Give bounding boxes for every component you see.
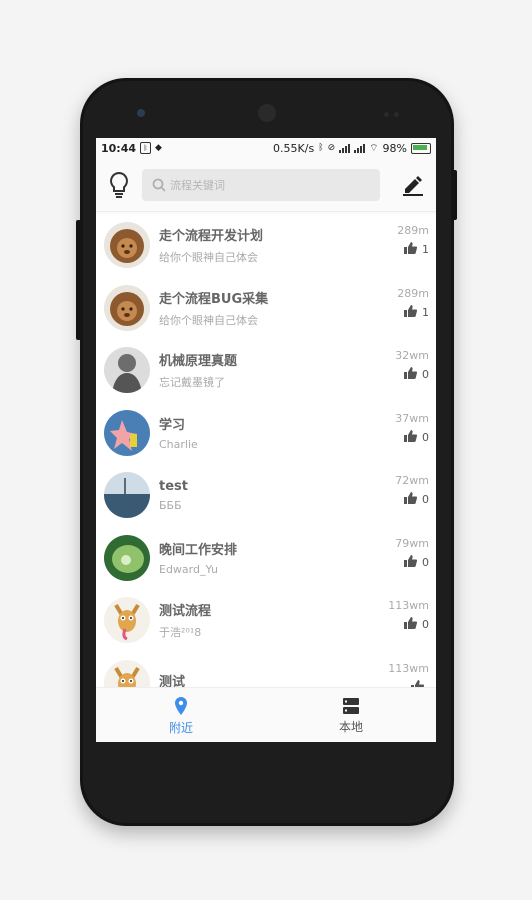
item-distance: 37wm [395, 411, 429, 425]
item-distance: 113wm [388, 599, 429, 612]
thumbs-up-icon [404, 367, 418, 382]
status-time: 10:44 [101, 141, 137, 155]
list-item[interactable]: test БББ 72wm 0 [96, 464, 436, 527]
item-like-count: 0 [422, 555, 429, 569]
location-pin-icon [175, 696, 187, 715]
alarm-off-icon: ⊘ [327, 143, 336, 153]
list-item[interactable]: 晚间工作安排 Edward_Yu 79wm 0 [96, 527, 436, 590]
item-title: 走个流程BUG采集 [159, 291, 269, 307]
item-distance: 72wm [395, 474, 429, 487]
item-likes [388, 679, 429, 687]
ocean-avatar [104, 472, 150, 519]
item-meta: 289m 1 [397, 287, 429, 320]
item-distance: 113wm [388, 661, 429, 675]
thumbs-up-icon [404, 242, 418, 257]
item-meta: 289m 1 [397, 224, 429, 257]
network-speed: 0.55K/s [273, 141, 315, 155]
item-like-count: 0 [422, 430, 429, 444]
lightbulb-icon[interactable] [96, 171, 142, 199]
flow-list[interactable]: 走个流程开发计划 给你个眼神自己体会 289m 1 走个流程BUG采集 给你个眼神自己体会… [96, 214, 436, 687]
list-item[interactable]: 走个流程BUG采集 给你个眼神自己体会 289m 1 [96, 277, 436, 340]
item-like-count: 1 [422, 305, 429, 319]
item-distance: 289m [397, 286, 429, 300]
item-likes: 1 [397, 304, 429, 320]
thumbs-up-icon [404, 617, 418, 632]
cat-notif-icon: ◆ [155, 143, 162, 153]
thumbs-up-icon [404, 554, 418, 570]
list-item[interactable]: 测试 113wm [96, 652, 436, 687]
item-subtitle: 给你个眼神自己体会 [159, 313, 258, 327]
item-likes: 0 [395, 367, 429, 382]
thumbs-up-icon [411, 679, 425, 687]
item-meta: 113wm 0 [388, 599, 429, 632]
item-likes: 0 [395, 429, 429, 445]
tab-nearby[interactable]: 附近 [96, 688, 266, 742]
thumbs-up-icon [404, 429, 418, 445]
item-likes: 1 [397, 242, 429, 257]
item-likes: 0 [395, 554, 429, 570]
light-sensor [394, 112, 399, 117]
status-right: 0.55K/s ᛒ ⊘ ⌔ 98% [273, 142, 431, 155]
app-screen: 10:44 ᛒ ◆ 0.55K/s ᛒ ⊘ ⌔ 98% 流程关键词 走个流程开发… [96, 138, 436, 742]
bottom-nav: 附近 本地 [96, 687, 436, 742]
item-subtitle: 给你个眼神自己体会 [159, 251, 258, 265]
item-meta: 37wm 0 [395, 412, 429, 445]
list-item[interactable]: 学习 Charlie 37wm 0 [96, 402, 436, 465]
tab-local[interactable]: 本地 [266, 688, 436, 742]
edit-icon[interactable] [390, 173, 436, 197]
tab-nearby-label: 附近 [168, 720, 193, 735]
tab-local-label: 本地 [338, 719, 363, 734]
item-like-count: 0 [422, 368, 429, 381]
list-item[interactable]: 走个流程开发计划 给你个眼神自己体会 289m 1 [96, 214, 436, 277]
item-distance: 79wm [395, 536, 429, 550]
item-distance: 32wm [395, 349, 429, 362]
item-like-count: 0 [422, 493, 429, 506]
list-item[interactable]: 测试流程 于浩²⁰¹8 113wm 0 [96, 589, 436, 652]
statue-avatar [104, 347, 150, 394]
top-bar: 流程关键词 [96, 158, 436, 212]
item-meta: 79wm 0 [395, 537, 429, 570]
thumbs-up-icon [404, 492, 418, 507]
bluetooth-notif-icon: ᛒ [140, 142, 152, 154]
item-info: 走个流程开发计划 给你个眼神自己体会 [159, 225, 436, 265]
wifi-icon: ⌔ [369, 142, 379, 154]
starfish-avatar [104, 409, 150, 456]
status-bar: 10:44 ᛒ ◆ 0.55K/s ᛒ ⊘ ⌔ 98% [96, 138, 436, 158]
item-likes: 0 [388, 617, 429, 632]
search-placeholder: 流程关键词 [170, 178, 225, 192]
proximity-sensor [384, 112, 389, 117]
item-distance: 289m [397, 224, 429, 237]
bluetooth-icon: ᛒ [318, 143, 324, 153]
item-like-count: 1 [422, 243, 429, 256]
front-camera [137, 109, 145, 117]
battery-percent: 98% [382, 141, 407, 155]
battery-icon [411, 142, 431, 154]
earpiece-speaker [258, 104, 276, 122]
item-meta: 32wm 0 [395, 349, 429, 382]
lion-avatar [104, 284, 150, 331]
signal-icon [339, 143, 351, 153]
item-meta: 113wm [388, 661, 429, 687]
item-like-count: 0 [422, 618, 429, 631]
dog-avatar [104, 597, 150, 644]
item-info: 走个流程BUG采集 给你个眼神自己体会 [159, 288, 436, 328]
dog-avatar [104, 659, 150, 687]
lion-avatar [104, 222, 150, 269]
signal-icon-2 [354, 143, 366, 153]
storage-icon [343, 697, 359, 714]
search-input[interactable]: 流程关键词 [142, 168, 380, 201]
item-meta: 72wm 0 [395, 474, 429, 507]
list-item[interactable]: 机械原理真题 忘记戴墨镜了 32wm 0 [96, 339, 436, 402]
item-title: 走个流程开发计划 [159, 229, 264, 245]
search-icon [152, 178, 166, 192]
thumbs-up-icon [404, 304, 418, 320]
item-likes: 0 [395, 492, 429, 507]
leaf-avatar [104, 534, 150, 581]
